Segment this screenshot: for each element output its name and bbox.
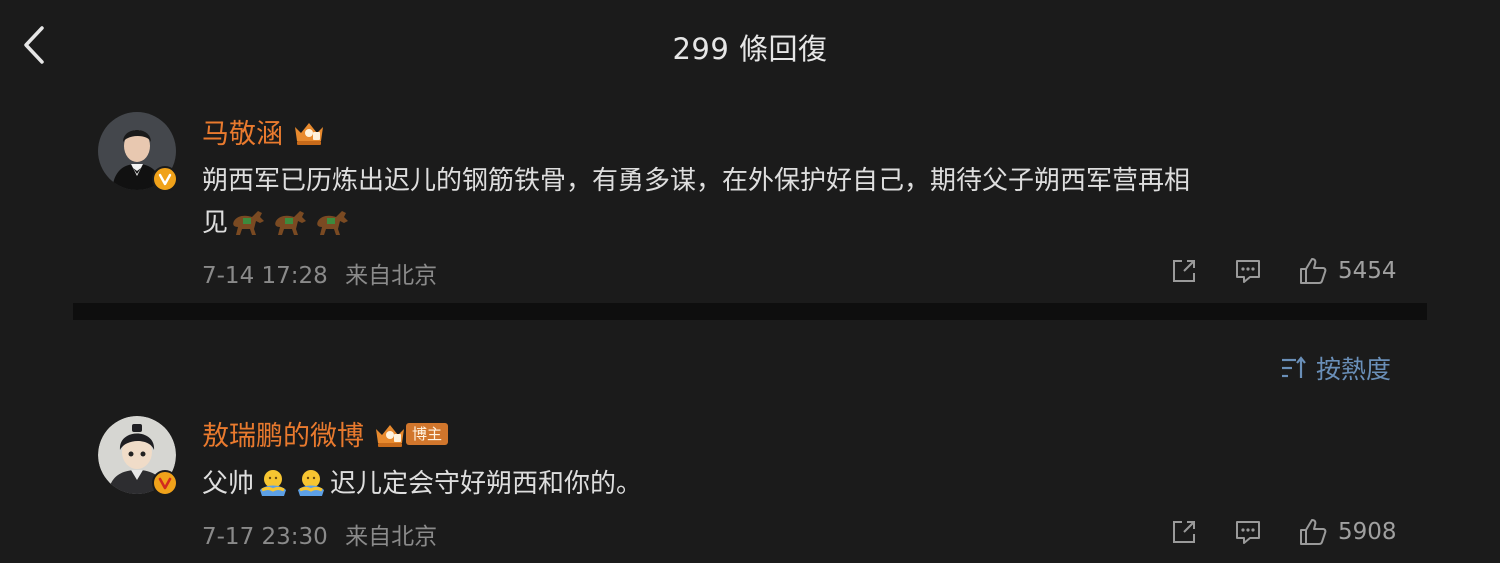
- comment-icon: [1236, 521, 1260, 544]
- comment-meta: 7-14 17:28 来自北京: [202, 256, 437, 290]
- reply-text-part1: 父帅: [202, 469, 255, 499]
- comment-date: 7-14 17:28: [202, 263, 328, 289]
- comment-actions: 5454: [1170, 253, 1397, 289]
- comment-location: 来自北京: [345, 263, 438, 289]
- crown-badge-icon: [295, 122, 323, 145]
- app-window: 299 條回復 马敬涵 朔西军已历炼出迟儿的钢筋铁骨，有勇多谋，在外保护好自己，…: [0, 0, 1500, 563]
- comment-text-line1: 朔西军已历炼出迟儿的钢筋铁骨，有勇多谋，在外保护好自己，期待父子朔西军营再相: [202, 166, 1191, 196]
- like-count: 5908: [1338, 519, 1397, 545]
- username[interactable]: 马敬涵: [202, 112, 283, 151]
- username-row: 马敬涵: [202, 112, 327, 151]
- share-button[interactable]: [1170, 257, 1198, 285]
- comment-text: 父帅 迟儿定会守好朔西和你的。: [202, 463, 1322, 511]
- avatar[interactable]: [98, 416, 178, 496]
- like-button[interactable]: 5908: [1298, 517, 1397, 547]
- share-button[interactable]: [1170, 518, 1198, 546]
- comment-icon: [1236, 260, 1260, 283]
- section-divider: [73, 303, 1427, 320]
- share-icon: [1173, 521, 1195, 543]
- username[interactable]: 敖瑞鹏的微博: [202, 414, 364, 453]
- comment-date: 7-17 23:30: [202, 524, 328, 550]
- reply-button[interactable]: [1234, 518, 1262, 546]
- hug-emoji-icon: [256, 468, 290, 511]
- verified-badge-icon: [152, 470, 178, 496]
- member-level-badge: 博主: [372, 419, 449, 449]
- member-level-badge: [291, 117, 327, 147]
- sort-label: 按熱度: [1316, 355, 1392, 384]
- comment-location: 来自北京: [345, 524, 438, 550]
- comment-actions: 5908: [1170, 514, 1397, 550]
- blogger-tag: 博主: [406, 422, 449, 445]
- crown-badge-icon: [376, 424, 404, 447]
- reply-button[interactable]: [1234, 257, 1262, 285]
- comment-meta: 7-17 23:30 来自北京: [202, 517, 437, 551]
- hug-emoji-icon: [294, 468, 328, 511]
- like-count: 5454: [1338, 258, 1397, 284]
- sort-by-heat-button[interactable]: 按熱度: [1280, 350, 1391, 386]
- comment-text-tail: 见: [202, 208, 229, 238]
- horse-emoji-icon: [230, 207, 268, 250]
- reply-text-part2: 迟儿定会守好朔西和你的。: [330, 469, 643, 499]
- horse-emoji-icon: [272, 207, 310, 250]
- username-row: 敖瑞鹏的微博 博主: [202, 414, 449, 453]
- horse-emoji-icon: [314, 207, 352, 250]
- avatar[interactable]: [98, 112, 178, 192]
- sort-icon: [1282, 356, 1306, 378]
- verified-badge-icon: [152, 166, 178, 192]
- comment-text: 朔西军已历炼出迟儿的钢筋铁骨，有勇多谋，在外保护好自己，期待父子朔西军营再相 见: [202, 160, 1322, 250]
- thumbs-up-icon: [1300, 258, 1327, 284]
- page-title: 299 條回復: [672, 32, 828, 66]
- like-button[interactable]: 5454: [1298, 256, 1397, 286]
- share-icon: [1173, 260, 1195, 282]
- comment-text-line2: 见: [202, 202, 1322, 250]
- thumbs-up-icon: [1300, 519, 1327, 545]
- header-bar: 299 條回復: [0, 0, 1500, 92]
